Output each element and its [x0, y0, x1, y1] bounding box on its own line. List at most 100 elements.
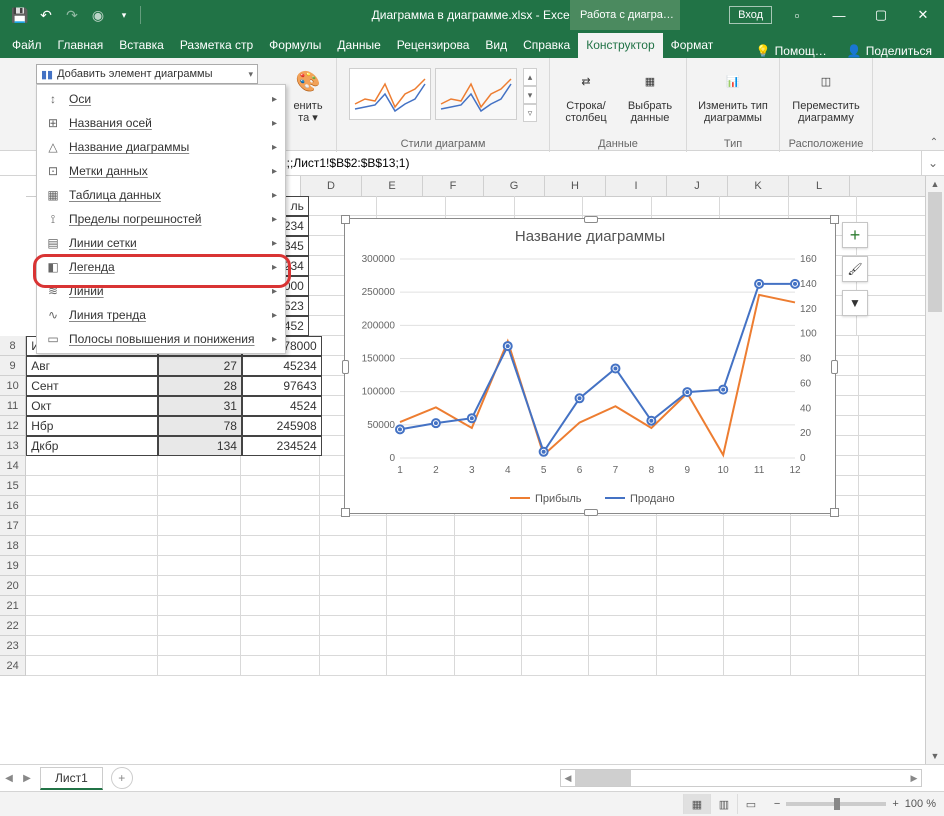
tab-insert[interactable]: Вставка: [111, 33, 172, 58]
row-header[interactable]: 17: [0, 516, 26, 536]
tab-nav-prev[interactable]: ◀: [0, 773, 18, 784]
tab-file[interactable]: Файл: [4, 33, 50, 58]
row-header[interactable]: 13: [0, 436, 26, 456]
minimize-icon[interactable]: —: [818, 0, 860, 30]
change-colors-button[interactable]: 🎨енить та ▾: [289, 64, 327, 124]
menu-gridlines[interactable]: ▤Линии сетки▸: [37, 231, 285, 255]
formula-input[interactable]: [183, 156, 921, 170]
menu-trendline[interactable]: ∿Линия тренда▸: [37, 303, 285, 327]
qat-more-icon[interactable]: ▾: [112, 3, 136, 27]
row-header[interactable]: 23: [0, 636, 26, 656]
row-header[interactable]: 22: [0, 616, 26, 636]
select-data-button[interactable]: ▦Выбрать данные: [620, 64, 680, 124]
view-normal-icon[interactable]: ▦: [683, 794, 710, 814]
tell-me-label[interactable]: Помощ…: [775, 44, 827, 58]
svg-text:7: 7: [613, 465, 619, 476]
tell-me-icon[interactable]: 💡: [756, 44, 771, 58]
close-icon[interactable]: ✕: [902, 0, 944, 30]
zoom-slider[interactable]: [786, 802, 886, 806]
chart-style-1[interactable]: [349, 68, 431, 120]
row-header[interactable]: 21: [0, 596, 26, 616]
menu-updown-bars[interactable]: ▭Полосы повышения и понижения▸: [37, 327, 285, 351]
row-header[interactable]: 18: [0, 536, 26, 556]
view-pagelayout-icon[interactable]: ▥: [710, 794, 737, 814]
svg-text:40: 40: [800, 403, 812, 414]
tab-nav-next[interactable]: ▶: [18, 773, 36, 784]
row-header[interactable]: 14: [0, 456, 26, 476]
ribbon-display-icon[interactable]: ▫: [776, 0, 818, 30]
svg-text:200000: 200000: [362, 320, 396, 331]
menu-legend[interactable]: ◧Легенда▸: [37, 255, 285, 279]
tab-design[interactable]: Конструктор: [578, 33, 662, 58]
svg-text:0: 0: [389, 453, 395, 464]
maximize-icon[interactable]: ▢: [860, 0, 902, 30]
row-header[interactable]: 11: [0, 396, 26, 416]
svg-text:80: 80: [800, 354, 812, 365]
vertical-scrollbar[interactable]: ▲▼: [925, 176, 944, 764]
share-icon[interactable]: 👤: [847, 44, 862, 58]
chart-filters-button[interactable]: ▼: [842, 290, 868, 316]
col-header[interactable]: D: [301, 176, 362, 196]
redo-icon[interactable]: ↷: [60, 3, 84, 27]
menu-data-labels[interactable]: ⊡Метки данных▸: [37, 159, 285, 183]
camera-icon[interactable]: ◉: [86, 3, 110, 27]
col-header[interactable]: F: [423, 176, 484, 196]
add-chart-element-button[interactable]: ▮▮ Добавить элемент диаграммы ▾: [36, 64, 258, 84]
expand-formula-icon[interactable]: ⌄: [921, 151, 944, 175]
zoom-out-button[interactable]: −: [774, 798, 780, 810]
row-header[interactable]: 15: [0, 476, 26, 496]
col-header[interactable]: K: [728, 176, 789, 196]
chart-plot[interactable]: Название диаграммы0500001000001500002000…: [345, 219, 835, 513]
svg-text:1: 1: [397, 465, 403, 476]
tab-formulas[interactable]: Формулы: [261, 33, 329, 58]
row-header[interactable]: 8: [0, 336, 26, 356]
style-gallery-buttons[interactable]: ▴▾▿: [523, 68, 537, 122]
horizontal-scrollbar[interactable]: ◀▶: [560, 769, 922, 787]
embedded-chart[interactable]: Название диаграммы0500001000001500002000…: [344, 218, 836, 514]
row-header[interactable]: 16: [0, 496, 26, 516]
svg-text:100000: 100000: [362, 387, 396, 398]
save-icon[interactable]: 💾: [8, 3, 32, 27]
row-header[interactable]: 10: [0, 376, 26, 396]
zoom-level[interactable]: 100 %: [905, 798, 936, 810]
tab-format[interactable]: Формат: [663, 33, 722, 58]
move-chart-button[interactable]: ◫Переместить диаграмму: [786, 64, 866, 124]
row-header[interactable]: 12: [0, 416, 26, 436]
col-header[interactable]: G: [484, 176, 545, 196]
tab-help[interactable]: Справка: [515, 33, 578, 58]
menu-axis-titles[interactable]: ⊞Названия осей▸: [37, 111, 285, 135]
col-header[interactable]: H: [545, 176, 606, 196]
menu-lines[interactable]: ≋Линии▸: [37, 279, 285, 303]
collapse-ribbon-icon[interactable]: ⌃: [924, 58, 944, 150]
row-header[interactable]: 9: [0, 356, 26, 376]
zoom-in-button[interactable]: +: [892, 798, 898, 810]
chart-styles-button[interactable]: 🖌: [842, 256, 868, 282]
col-header[interactable]: L: [789, 176, 850, 196]
tab-view[interactable]: Вид: [477, 33, 515, 58]
menu-error-bars[interactable]: ⟟Пределы погрешностей▸: [37, 207, 285, 231]
tab-pagelayout[interactable]: Разметка стр: [172, 33, 261, 58]
view-pagebreak-icon[interactable]: ▭: [737, 794, 764, 814]
menu-chart-title[interactable]: △Название диаграммы▸: [37, 135, 285, 159]
undo-icon[interactable]: ↶: [34, 3, 58, 27]
move-chart-icon: ◫: [810, 66, 842, 98]
login-button[interactable]: Вход: [729, 6, 772, 24]
sheet-tab[interactable]: Лист1: [40, 767, 103, 790]
change-chart-type-button[interactable]: 📊Изменить тип диаграммы: [693, 64, 773, 124]
switch-row-col-button[interactable]: ⇄Строка/ столбец: [556, 64, 616, 124]
col-header[interactable]: E: [362, 176, 423, 196]
menu-axes[interactable]: ↕Оси▸: [37, 87, 285, 111]
row-header[interactable]: 19: [0, 556, 26, 576]
chart-style-2[interactable]: [435, 68, 517, 120]
tab-data[interactable]: Данные: [329, 33, 388, 58]
row-header[interactable]: 20: [0, 576, 26, 596]
tab-home[interactable]: Главная: [50, 33, 112, 58]
chart-elements-button[interactable]: +: [842, 222, 868, 248]
tab-review[interactable]: Рецензирова: [389, 33, 478, 58]
col-header[interactable]: I: [606, 176, 667, 196]
row-header[interactable]: 24: [0, 656, 26, 676]
share-label[interactable]: Поделиться: [866, 44, 932, 58]
add-sheet-button[interactable]: +: [111, 767, 133, 789]
col-header[interactable]: J: [667, 176, 728, 196]
menu-data-table[interactable]: ▦Таблица данных▸: [37, 183, 285, 207]
